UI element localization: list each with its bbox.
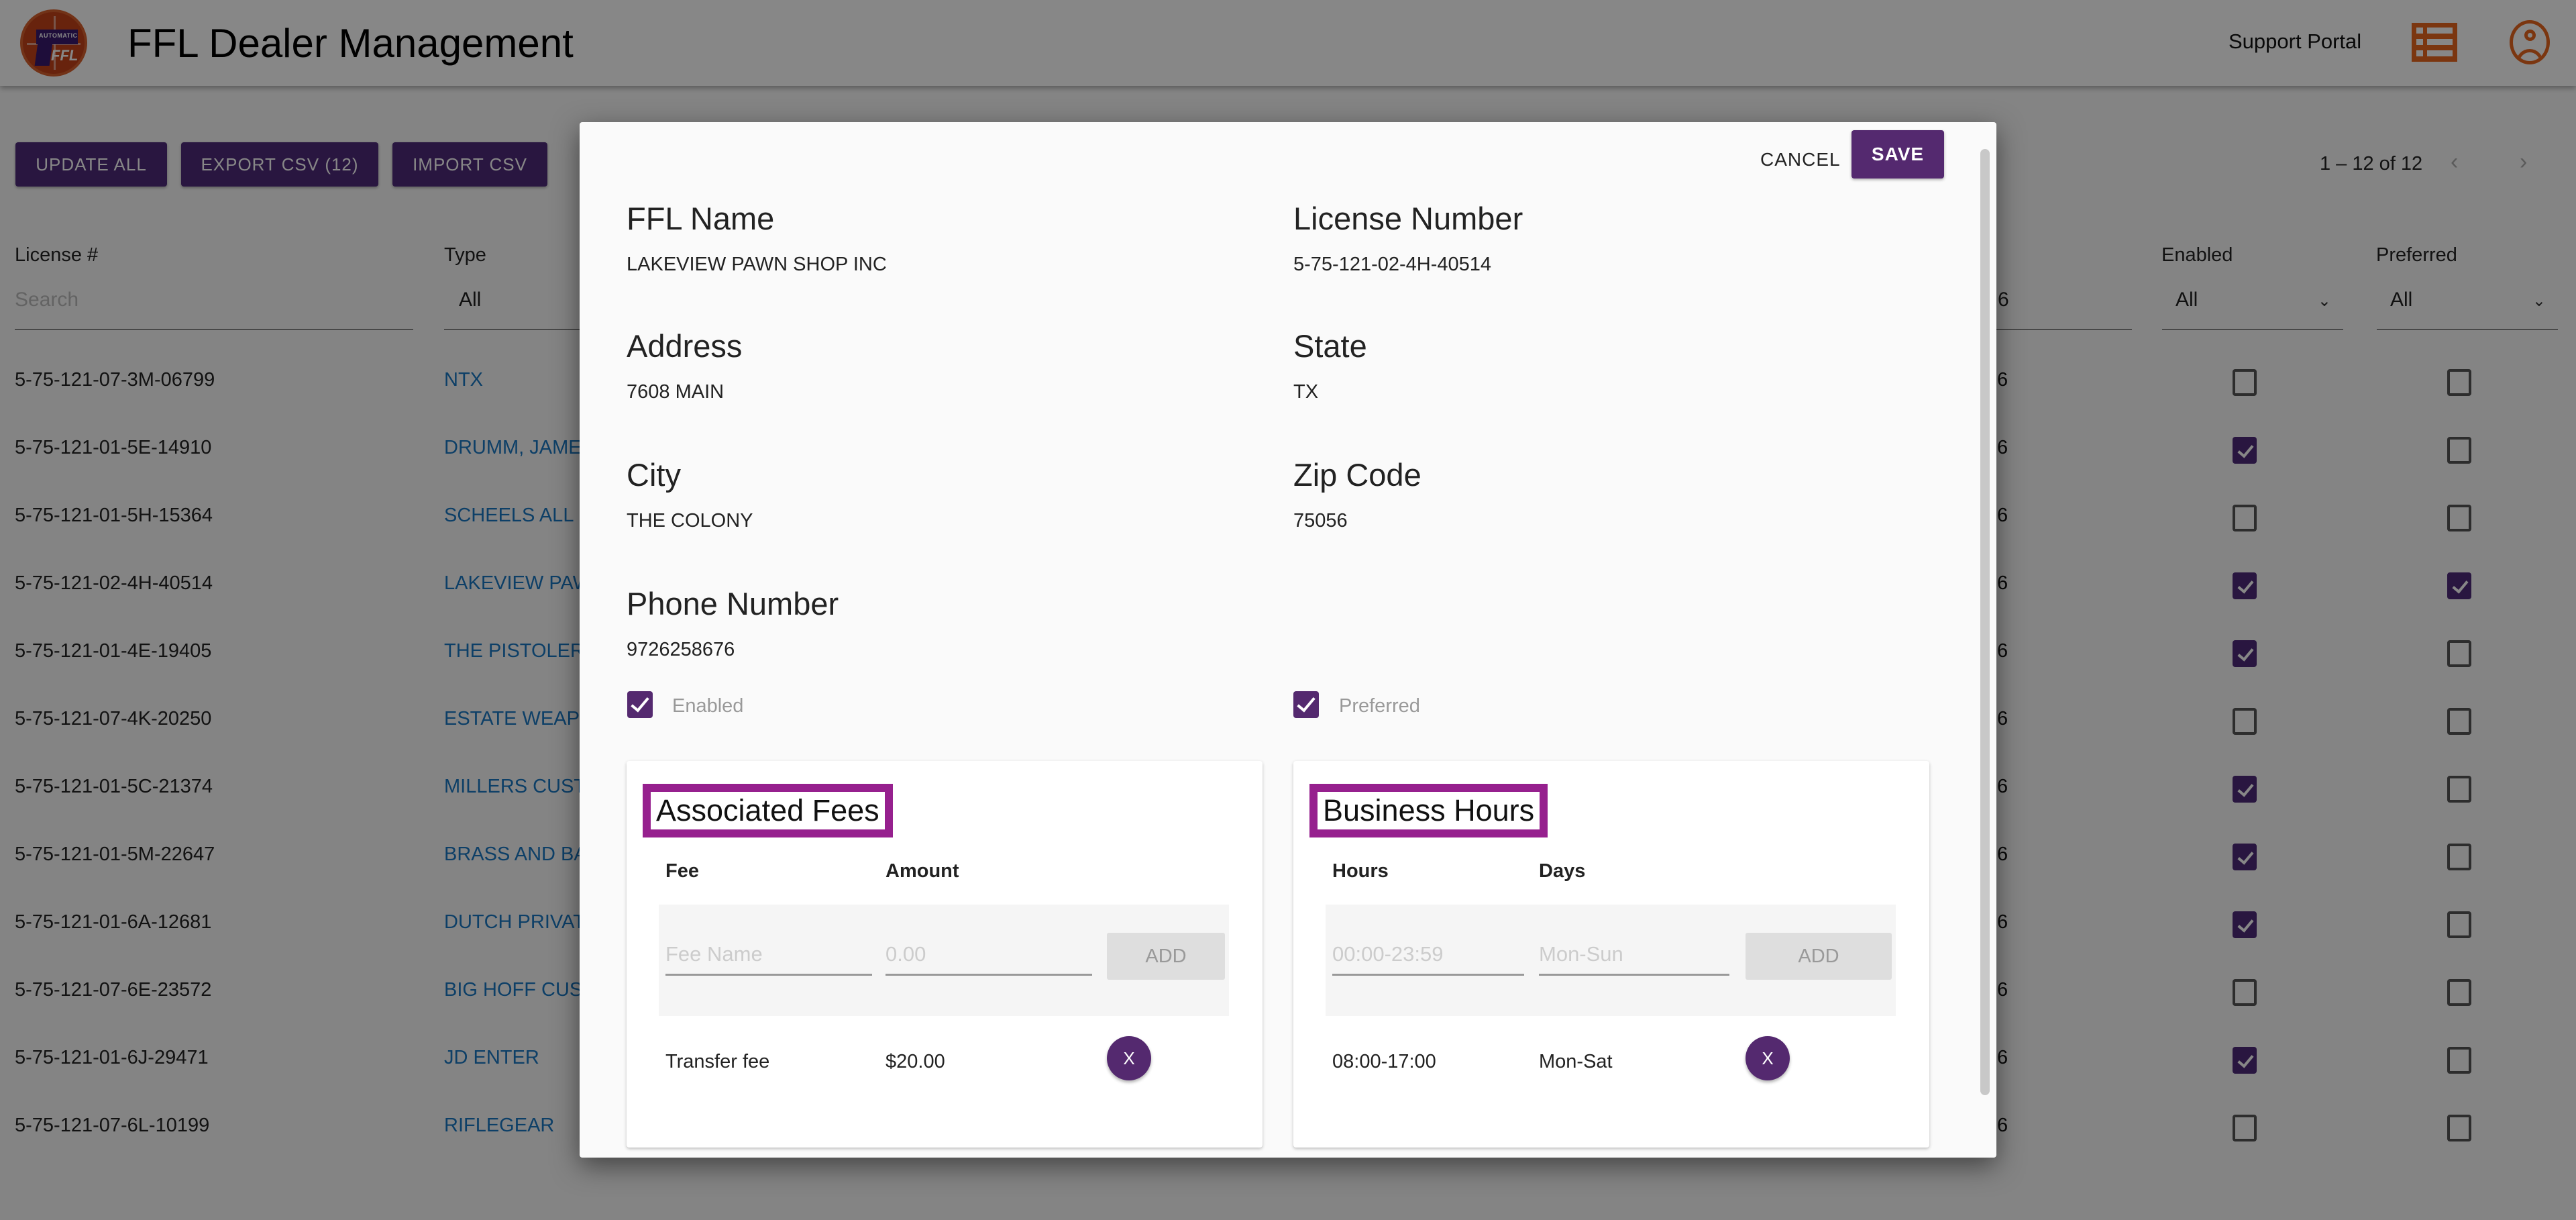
days-column-header: Days: [1539, 860, 1586, 882]
business-hours-card: Business Hours Hours Days 00:00-23:59 Mo…: [1293, 761, 1929, 1148]
remove-fee-button[interactable]: X: [1107, 1036, 1151, 1080]
enabled-checkbox-label: Enabled: [672, 695, 744, 717]
zip-code-label: Zip Code: [1293, 457, 1421, 493]
fee-name-input[interactable]: Fee Name: [665, 931, 872, 976]
address-label: Address: [627, 328, 743, 364]
city-label: City: [627, 457, 681, 493]
remove-hours-button[interactable]: X: [1746, 1036, 1790, 1080]
add-hours-button[interactable]: ADD: [1746, 933, 1892, 980]
hours-column-header: Hours: [1332, 860, 1389, 882]
add-fee-button[interactable]: ADD: [1107, 933, 1225, 980]
state-label: State: [1293, 328, 1367, 364]
fee-amount-input[interactable]: 0.00: [885, 931, 1092, 976]
fee-column-header: Fee: [665, 860, 699, 882]
cancel-button[interactable]: CANCEL: [1752, 141, 1849, 179]
hours-item-days: Mon-Sat: [1539, 1051, 1613, 1072]
hours-item-hours: 08:00-17:00: [1332, 1051, 1436, 1072]
edit-dealer-dialog: CANCEL SAVE FFL Name LAKEVIEW PAWN SHOP …: [580, 122, 1996, 1158]
associated-fees-title: Associated Fees: [643, 784, 893, 837]
preferred-checkbox-label: Preferred: [1339, 695, 1420, 717]
dialog-scrollbar[interactable]: [1980, 149, 1990, 1095]
associated-fees-card: Associated Fees Fee Amount Fee Name 0.00…: [627, 761, 1263, 1148]
amount-column-header: Amount: [885, 860, 959, 882]
ffl-name-label: FFL Name: [627, 201, 775, 236]
enabled-checkbox[interactable]: [627, 691, 653, 718]
save-button[interactable]: SAVE: [1851, 130, 1944, 179]
phone-number-value: 9726258676: [627, 639, 735, 660]
hours-input[interactable]: 00:00-23:59: [1332, 931, 1524, 976]
preferred-checkbox[interactable]: [1293, 691, 1319, 718]
state-value: TX: [1293, 381, 1319, 403]
license-number-value: 5-75-121-02-4H-40514: [1293, 254, 1492, 275]
address-value: 7608 MAIN: [627, 381, 724, 403]
add-hours-row: 00:00-23:59 Mon-Sun ADD: [1326, 905, 1896, 1016]
ffl-name-value: LAKEVIEW PAWN SHOP INC: [627, 254, 887, 275]
days-input[interactable]: Mon-Sun: [1539, 931, 1729, 976]
fee-item-name: Transfer fee: [665, 1051, 770, 1072]
business-hours-title: Business Hours: [1309, 784, 1548, 837]
add-fee-row: Fee Name 0.00 ADD: [659, 905, 1229, 1016]
phone-number-label: Phone Number: [627, 586, 839, 621]
fee-item-amount: $20.00: [885, 1051, 945, 1072]
city-value: THE COLONY: [627, 510, 753, 531]
license-number-label: License Number: [1293, 201, 1523, 236]
zip-code-value: 75056: [1293, 510, 1348, 531]
